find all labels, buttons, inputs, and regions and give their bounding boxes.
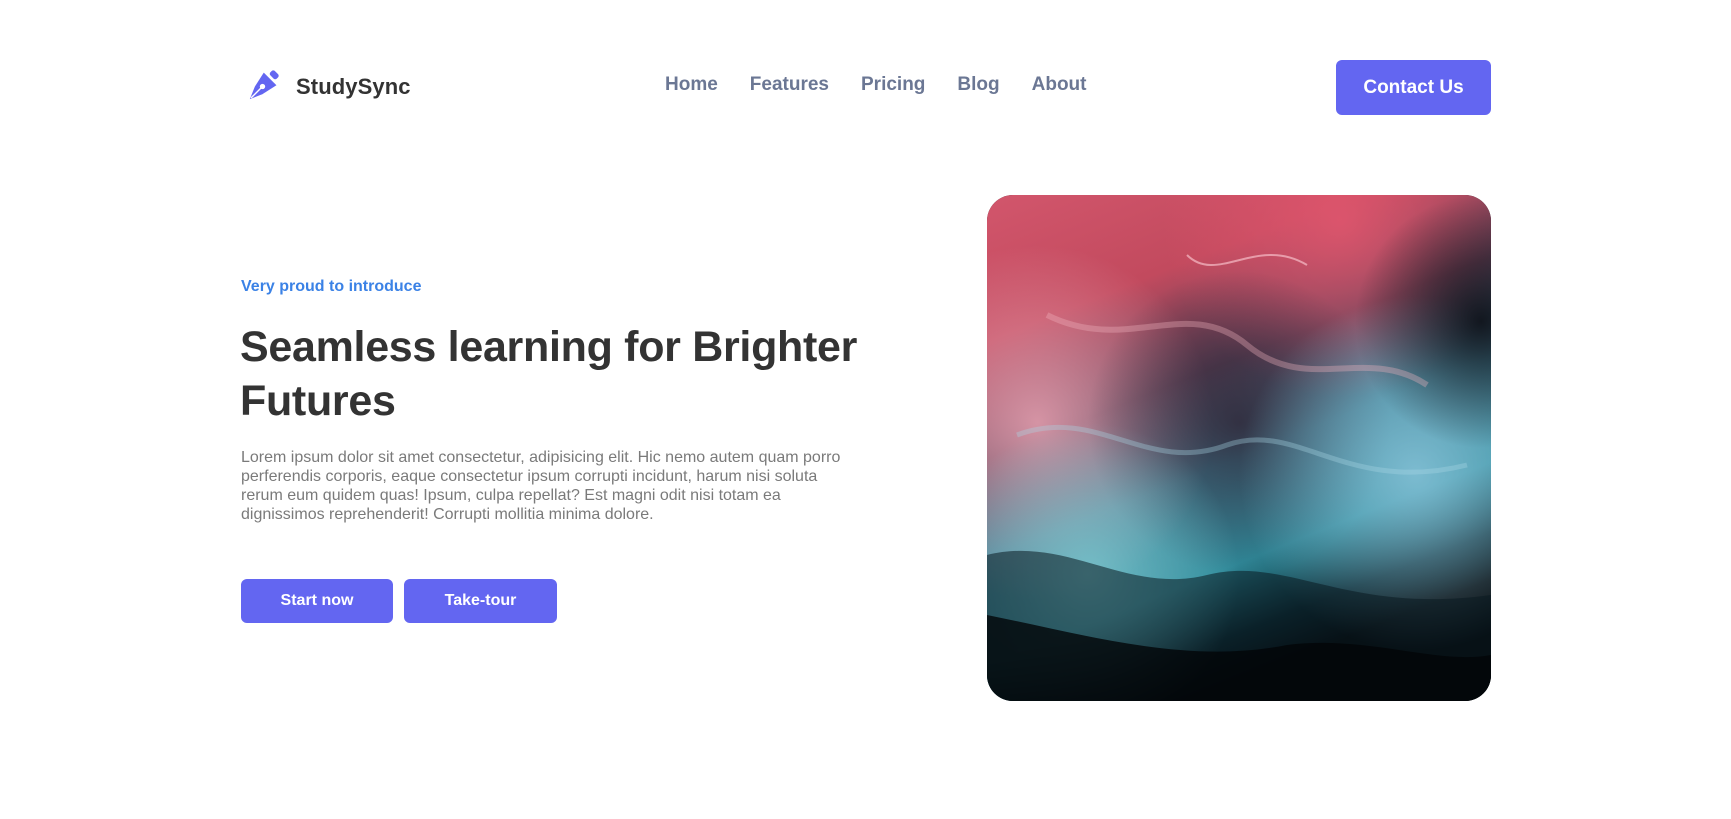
contact-us-button[interactable]: Contact Us [1336, 60, 1491, 115]
hero-eyebrow: Very proud to introduce [241, 278, 422, 295]
hero-cta-group: Start now Take-tour [241, 579, 557, 623]
nav-about[interactable]: About [1032, 74, 1087, 96]
nav-pricing[interactable]: Pricing [861, 74, 925, 96]
nav-home[interactable]: Home [665, 74, 718, 96]
site-header: StudySync Home Features Pricing Blog Abo… [241, 60, 1491, 115]
landing-page: StudySync Home Features Pricing Blog Abo… [0, 0, 1731, 819]
main-nav: Home Features Pricing Blog About [665, 74, 1087, 96]
start-now-button[interactable]: Start now [241, 579, 393, 623]
hero-image [987, 195, 1491, 701]
brand-name: StudySync [296, 73, 411, 99]
nav-blog[interactable]: Blog [957, 74, 999, 96]
take-tour-button[interactable]: Take-tour [404, 579, 557, 623]
brand-logo-link[interactable]: StudySync [241, 65, 411, 108]
pen-nib-icon [241, 65, 284, 108]
hero-title: Seamless learning for Brighter Futures [240, 323, 858, 425]
hero-description: Lorem ipsum dolor sit amet consectetur, … [241, 449, 841, 523]
nav-features[interactable]: Features [750, 74, 829, 96]
